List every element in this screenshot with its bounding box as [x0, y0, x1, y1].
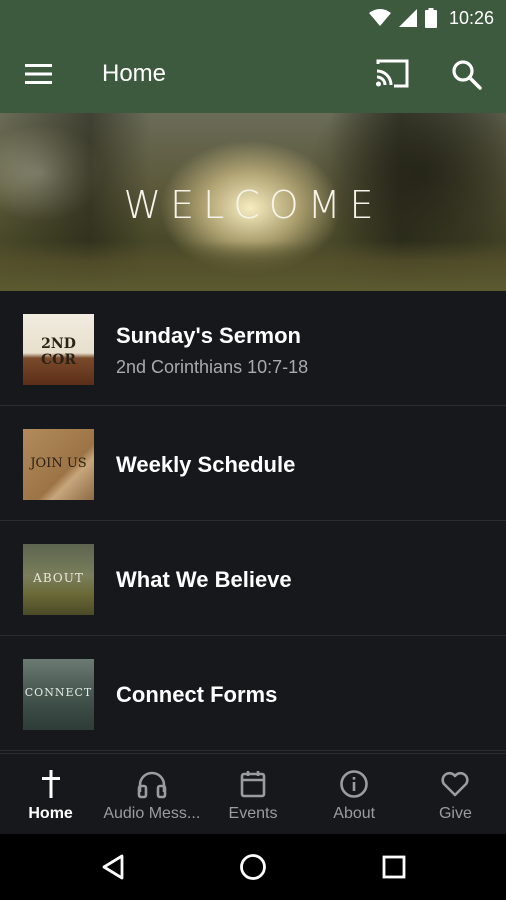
system-navigation-bar	[0, 834, 506, 900]
tab-label: Give	[438, 805, 472, 822]
list-item-title: Connect Forms	[116, 682, 278, 707]
list-item-title: What We Believe	[116, 567, 292, 592]
tab-about[interactable]: About	[304, 754, 405, 834]
status-bar: 10:26	[0, 0, 506, 36]
tab-label: Audio Mess...	[103, 805, 201, 822]
calendar-icon	[240, 771, 266, 798]
status-time: 10:26	[448, 7, 494, 28]
thumbnail-text: ABOUT	[33, 571, 84, 585]
list-item-subtitle: 2nd Corinthians 10:7-18	[116, 357, 309, 377]
list-item-title: Sunday's Sermon	[116, 323, 301, 348]
recents-icon[interactable]	[378, 851, 410, 883]
tab-home[interactable]: Home	[0, 754, 101, 834]
wifi-icon	[368, 9, 391, 26]
bottom-navigation: Home Audio Mess... Events About Give	[0, 753, 506, 834]
list-item-title: Weekly Schedule	[116, 452, 296, 477]
banner-grass	[0, 241, 506, 291]
back-icon[interactable]	[98, 851, 130, 883]
sermon-thumbnail: 2ND COR	[23, 314, 94, 385]
search-icon[interactable]	[450, 58, 484, 92]
thumbnail-text: JOIN US	[30, 456, 87, 471]
list-item-weekly-schedule[interactable]: JOIN US Weekly Schedule	[0, 406, 506, 521]
heart-icon	[441, 771, 469, 797]
tab-give[interactable]: Give	[405, 754, 506, 834]
battery-icon	[424, 8, 437, 28]
cast-icon[interactable]	[374, 58, 410, 90]
cell-signal-icon	[398, 9, 417, 27]
connect-thumbnail: CONNECT	[23, 659, 94, 730]
cross-icon	[41, 770, 60, 798]
tab-label: About	[333, 805, 376, 822]
thumbnail-text: CONNECT	[24, 686, 93, 699]
menu-icon[interactable]	[24, 62, 54, 86]
schedule-thumbnail: JOIN US	[23, 429, 94, 500]
menu-list: 2ND COR Sunday's Sermon 2nd Corinthians …	[0, 291, 506, 751]
info-icon	[340, 770, 369, 798]
tab-events[interactable]: Events	[202, 754, 303, 834]
list-item-connect-forms[interactable]: CONNECT Connect Forms	[0, 636, 506, 751]
home-circle-icon[interactable]	[237, 851, 269, 883]
tab-label: Events	[228, 805, 278, 822]
app-bar: Home	[0, 36, 506, 113]
page-title: Home	[102, 60, 167, 87]
list-item-sundays-sermon[interactable]: 2ND COR Sunday's Sermon 2nd Corinthians …	[0, 291, 506, 406]
thumbnail-text: 2ND COR	[41, 336, 76, 368]
believe-thumbnail: ABOUT	[23, 544, 94, 615]
list-item-what-we-believe[interactable]: ABOUT What We Believe	[0, 521, 506, 636]
welcome-text: WELCOME	[123, 183, 383, 227]
headphones-icon	[137, 771, 167, 799]
tab-audio-messages[interactable]: Audio Mess...	[101, 754, 202, 834]
tab-label: Home	[28, 805, 73, 822]
welcome-banner: WELCOME	[0, 113, 506, 291]
